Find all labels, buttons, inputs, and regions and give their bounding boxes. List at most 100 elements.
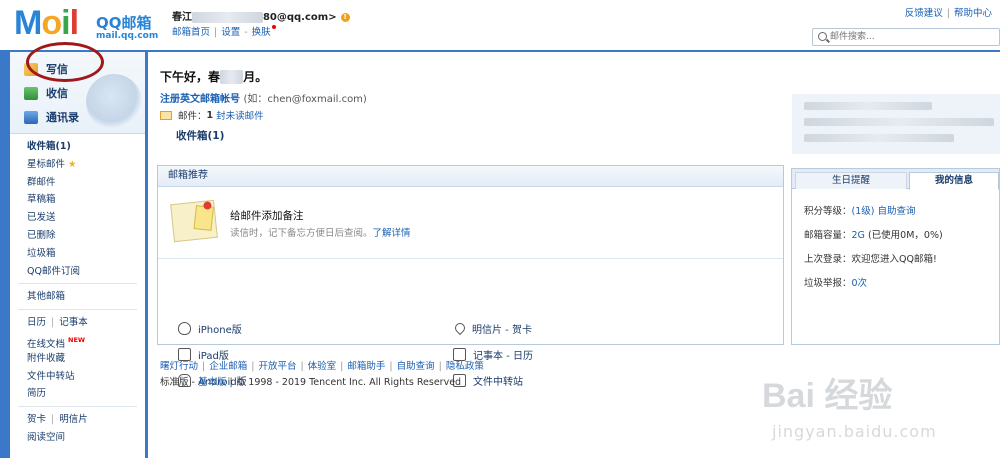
file-transfer-link[interactable]: 文件中转站 bbox=[453, 372, 523, 388]
recommend-box: 邮箱推荐 给邮件添加备注 读信时，记下备忘方便日后查阅。了解详情 iPhone版… bbox=[157, 165, 784, 388]
mail-label: 邮件： bbox=[178, 111, 207, 122]
footer-link[interactable]: 开放平台 bbox=[258, 361, 296, 372]
footer-links: 曙灯行动 | 企业邮箱 | 开放平台 | 体验室 | 邮箱助手 | 自助查询 | 隐私政策 bbox=[160, 361, 484, 372]
calendar-link[interactable]: 日历 bbox=[27, 317, 46, 328]
online-docs[interactable]: 在线文档 NEW bbox=[10, 332, 145, 350]
redacted-text bbox=[804, 102, 932, 110]
redacted-text bbox=[804, 134, 954, 142]
warning-icon[interactable]: ! bbox=[340, 13, 350, 22]
card-postcard-row: 贺卡 | 明信片 bbox=[27, 414, 88, 426]
basic-version-link[interactable]: 基本版 bbox=[198, 377, 227, 388]
feedback-link[interactable]: 反馈建议 bbox=[905, 8, 943, 19]
nav-settings[interactable]: 设置 bbox=[221, 27, 240, 38]
resume[interactable]: 简历 bbox=[10, 385, 145, 403]
footer-link[interactable]: 曙灯行动 bbox=[160, 361, 198, 372]
register-english-account[interactable]: 注册英文邮箱帐号 (如：chen@foxmail.com) bbox=[160, 90, 367, 105]
tab-my-info[interactable]: 我的信息 bbox=[909, 172, 999, 190]
folder-starred[interactable]: 星标邮件 ★ bbox=[10, 156, 145, 174]
unread-mail-link[interactable]: 封未读邮件 bbox=[216, 108, 264, 122]
file-transfer[interactable]: 文件中转站 bbox=[10, 368, 145, 386]
spam-value[interactable]: 0次 bbox=[852, 278, 868, 289]
receive-button[interactable]: 收信 bbox=[24, 83, 68, 103]
mail-count-value: 1 bbox=[206, 109, 214, 121]
help-center-link[interactable]: 帮助中心 bbox=[954, 8, 992, 19]
postcard-card-link[interactable]: 明信片 - 贺卡 bbox=[452, 320, 532, 336]
envelope-icon bbox=[160, 110, 172, 120]
level-value[interactable]: (1级) bbox=[852, 206, 875, 217]
mail-search-box[interactable] bbox=[812, 28, 1000, 46]
register-example: (如：chen@foxmail.com) bbox=[243, 94, 367, 105]
folder-inbox[interactable]: 收件箱(1) bbox=[10, 138, 145, 156]
self-query-link[interactable]: 自助查询 bbox=[878, 206, 916, 217]
tab-birthday[interactable]: 生日提醒 bbox=[795, 172, 907, 189]
logo-mail-text: Moil bbox=[14, 4, 79, 42]
postcard-card-label: 明信片 - 贺卡 bbox=[472, 324, 532, 336]
qq-penguin-icon bbox=[86, 74, 142, 130]
apple-icon bbox=[178, 321, 191, 335]
star-icon: ★ bbox=[68, 158, 77, 170]
last-login-label: 上次登录： bbox=[804, 254, 852, 265]
spam-report-row: 垃圾举报：0次 bbox=[804, 275, 867, 289]
greeting-card-link[interactable]: 贺卡 bbox=[27, 414, 46, 425]
feature-title[interactable]: 给邮件添加备注 bbox=[230, 208, 304, 223]
heart-icon bbox=[452, 320, 468, 336]
redacted-name: xxx bbox=[220, 70, 244, 84]
top-bar: Moil QQ邮箱 mail.qq.com 春江xxxxxxxxxxx80@qq… bbox=[0, 0, 1000, 50]
folder-subscription[interactable]: QQ邮件订阅 bbox=[10, 263, 145, 281]
other-mailbox[interactable]: 其他邮箱 bbox=[10, 288, 145, 306]
search-icon bbox=[818, 32, 827, 41]
level-label: 积分等级： bbox=[804, 206, 852, 217]
greeting-text: 下午好，春 bbox=[160, 70, 221, 84]
folder-sent[interactable]: 已发送 bbox=[10, 209, 145, 227]
nav-mail-home[interactable]: 邮箱首页 bbox=[172, 27, 210, 38]
sticky-note-icon bbox=[170, 199, 218, 243]
copyright-text: © 1998 - 2019 Tencent Inc. All Rights Re… bbox=[235, 377, 462, 388]
folder-deleted[interactable]: 已删除 bbox=[10, 227, 145, 245]
recommend-title: 邮箱推荐 bbox=[158, 166, 783, 187]
divider bbox=[18, 406, 137, 408]
footer-link[interactable]: 体验室 bbox=[308, 361, 337, 372]
footer-link[interactable]: 邮箱助手 bbox=[347, 361, 385, 372]
mail-search-input[interactable] bbox=[830, 30, 995, 44]
watermark-brand: Bai 经验 bbox=[762, 377, 893, 415]
footer-copyright: 标准版 - 基本版 | © 1998 - 2019 Tencent Inc. A… bbox=[160, 377, 462, 388]
capacity-detail: (已使用0M，0%) bbox=[867, 230, 943, 241]
greeting: 下午好，春xxx月。 bbox=[160, 68, 267, 85]
watermark-url: jingyan.baidu.com bbox=[772, 422, 937, 441]
feature-desc: 读信时，记下备忘方便日后查阅。了解详情 bbox=[230, 225, 411, 239]
contacts-label: 通讯录 bbox=[46, 111, 79, 124]
divider bbox=[158, 258, 783, 259]
footer-link[interactable]: 自助查询 bbox=[397, 361, 435, 372]
standard-version: 标准版 bbox=[160, 377, 189, 388]
contacts-button[interactable]: 通讯录 bbox=[24, 107, 79, 127]
attachment-favorites[interactable]: 附件收藏 bbox=[10, 350, 145, 368]
nav-skin[interactable]: 换肤 bbox=[252, 27, 271, 38]
folder-drafts[interactable]: 草稿箱 bbox=[10, 191, 145, 209]
divider bbox=[18, 309, 137, 311]
qq-mail-logo[interactable]: Moil QQ邮箱 mail.qq.com bbox=[14, 4, 164, 44]
notebook-link[interactable]: 记事本 bbox=[59, 317, 88, 328]
account-info-card bbox=[792, 94, 1000, 154]
iphone-app-link[interactable]: iPhone版 bbox=[178, 320, 242, 336]
inbox-link[interactable]: 收件箱(1) bbox=[176, 128, 224, 143]
reading-space[interactable]: 阅读空间 bbox=[10, 429, 145, 447]
info-tabs: 生日提醒 我的信息 bbox=[792, 169, 999, 190]
learn-more-link[interactable]: 了解详情 bbox=[373, 228, 411, 239]
folder-spam[interactable]: 垃圾箱 bbox=[10, 245, 145, 263]
greeting-end: 月。 bbox=[243, 70, 268, 84]
new-badge: NEW bbox=[68, 335, 86, 344]
footer-link[interactable]: 隐私政策 bbox=[446, 361, 484, 372]
points-level-row: 积分等级：(1级) 自助查询 bbox=[804, 203, 916, 217]
left-sidebar: 写信 收信 通讯录 收件箱(1) 星标邮件 ★ 群邮件 草稿箱 已发送 已删除 垃… bbox=[10, 42, 145, 458]
baidu-watermark: Bai 经验 jingyan.baidu.com bbox=[752, 362, 992, 452]
folder-list: 收件箱(1) 星标邮件 ★ 群邮件 草稿箱 已发送 已删除 垃圾箱 QQ邮件订阅 … bbox=[10, 138, 145, 447]
footer-link[interactable]: 企业邮箱 bbox=[209, 361, 247, 372]
redacted-email: xxxxxxxxxxx bbox=[192, 12, 263, 23]
annotation-circle bbox=[26, 42, 104, 82]
capacity-value[interactable]: 2G bbox=[852, 230, 865, 241]
postcard-link[interactable]: 明信片 bbox=[59, 414, 88, 425]
folder-group[interactable]: 群邮件 bbox=[10, 174, 145, 192]
register-label: 注册英文邮箱帐号 bbox=[160, 94, 240, 105]
capacity-label: 邮箱容量： bbox=[804, 230, 852, 241]
info-tab-panel: 生日提醒 我的信息 积分等级：(1级) 自助查询 邮箱容量：2G (已使用0M，… bbox=[791, 168, 1000, 345]
